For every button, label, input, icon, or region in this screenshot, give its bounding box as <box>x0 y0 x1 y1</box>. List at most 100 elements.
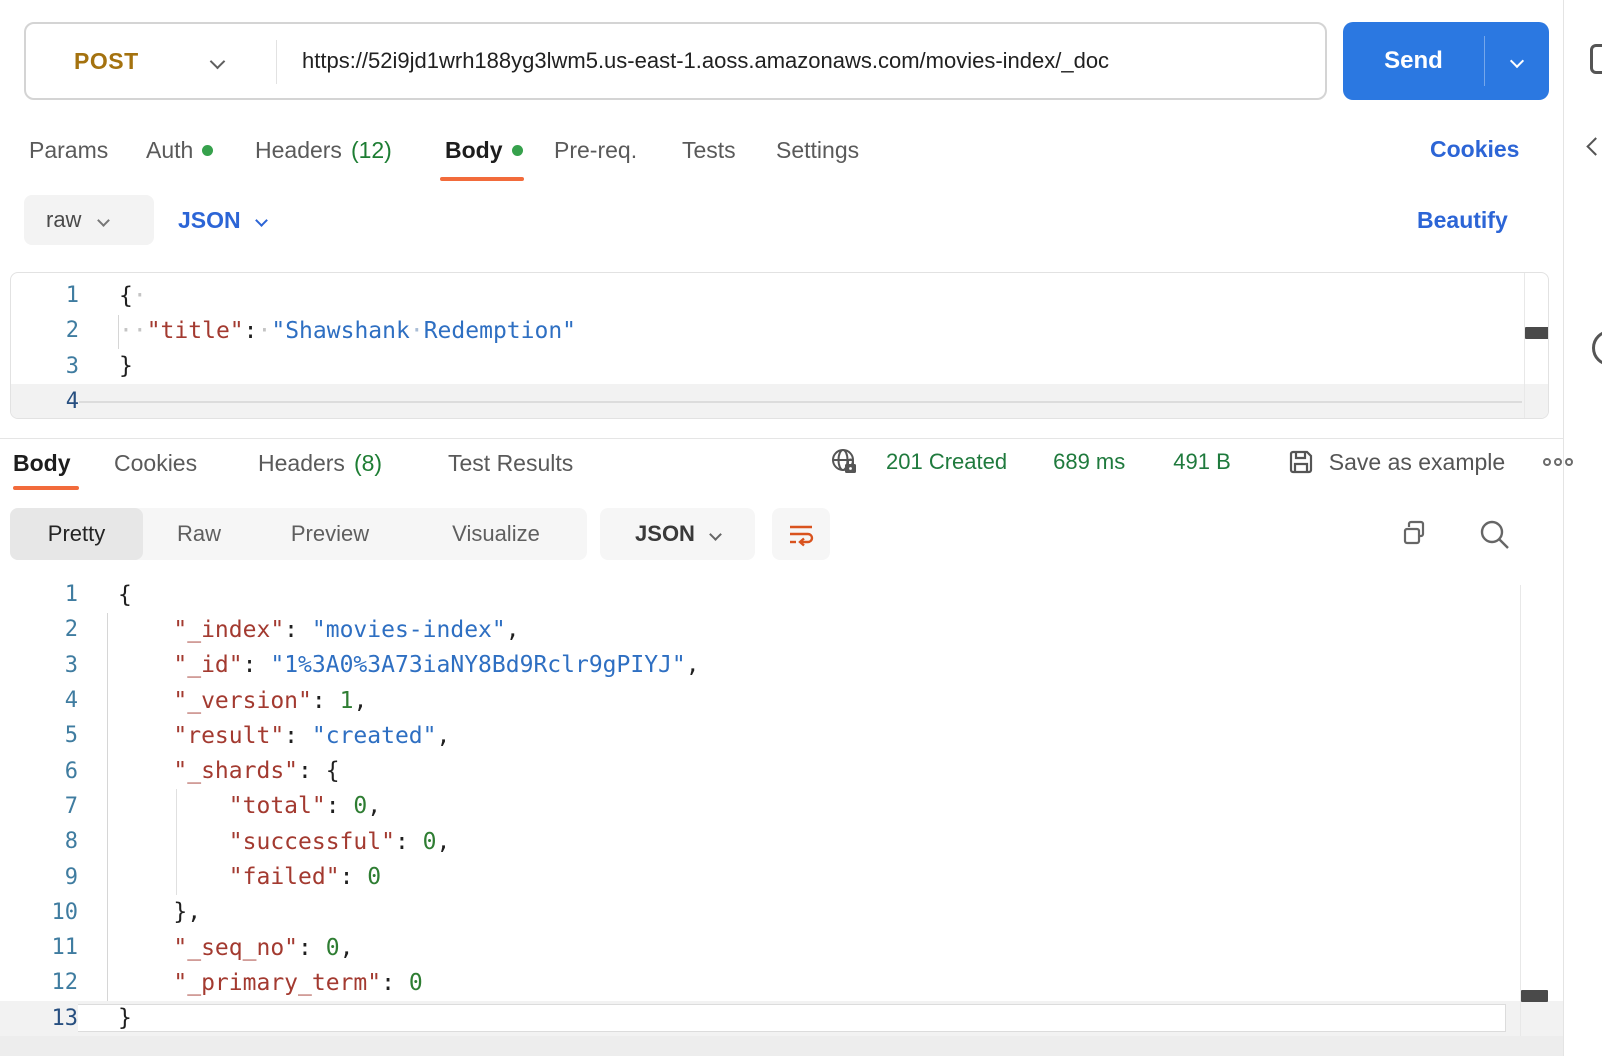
code-text: ··"title":·"Shawshank·Redemption" <box>79 318 1548 344</box>
line-number: 1 <box>11 283 79 308</box>
copy-icon[interactable] <box>1398 518 1430 550</box>
code-line[interactable]: 1{ <box>0 577 1563 612</box>
line-number: 1 <box>0 582 78 607</box>
code-text: "_seq_no": 0, <box>78 935 1563 961</box>
postman-request-view: POST https://52i9jd1wrh188yg3lwm5.us-eas… <box>0 0 1602 1056</box>
line-number: 13 <box>0 1006 78 1031</box>
code-text: "_id": "1%3A0%3A73iaNY8Bd9Rclr9gPIYJ", <box>78 652 1563 678</box>
code-line[interactable]: 1{· <box>11 278 1548 313</box>
code-line[interactable]: 11 "_seq_no": 0, <box>0 930 1563 965</box>
chevron-down-icon <box>709 528 722 541</box>
line-number: 12 <box>0 970 78 995</box>
viewer-scrollbar-track <box>1520 585 1521 1036</box>
method-selector[interactable]: POST <box>50 48 220 75</box>
section-divider <box>0 438 1563 439</box>
line-number: 2 <box>0 617 78 642</box>
res-tab-cookies[interactable]: Cookies <box>114 444 197 482</box>
response-time[interactable]: 689 ms <box>1053 449 1125 475</box>
network-info-icon[interactable] <box>830 447 860 477</box>
tab-pre-req[interactable]: Pre-req. <box>554 131 637 169</box>
indent-guide <box>176 789 177 895</box>
search-icon[interactable] <box>1478 518 1512 552</box>
res-tab-body[interactable]: Body <box>13 444 71 482</box>
viewer-scrollbar-thumb[interactable] <box>1521 990 1548 1002</box>
code-line[interactable]: 12 "_primary_term": 0 <box>0 965 1563 1000</box>
body-mode-dropdown[interactable]: raw <box>24 195 154 245</box>
code-text: "failed": 0 <box>78 864 1563 890</box>
response-language-dropdown[interactable]: JSON <box>600 508 755 560</box>
view-mode-raw[interactable]: Raw <box>143 508 255 560</box>
send-button[interactable]: Send <box>1343 22 1549 100</box>
res-tab-headers[interactable]: Headers(8) <box>258 444 382 482</box>
tab-auth[interactable]: Auth <box>146 131 213 169</box>
response-tabs: Body Cookies Headers(8) Test Results <box>0 444 900 482</box>
response-size[interactable]: 491 B <box>1173 449 1231 475</box>
code-text: } <box>79 353 1548 379</box>
tab-body[interactable]: Body <box>445 131 523 169</box>
code-text: {· <box>79 283 1548 309</box>
cookies-link[interactable]: Cookies <box>1430 136 1519 163</box>
code-line[interactable]: 4 <box>11 384 1548 419</box>
request-body-editor[interactable]: 1{·2··"title":·"Shawshank·Redemption"3}4 <box>10 272 1549 419</box>
indent-guide <box>107 613 108 1001</box>
more-options-icon[interactable] <box>1541 455 1575 469</box>
active-tab-underline <box>440 177 524 181</box>
code-line[interactable]: 4 "_version": 1, <box>0 683 1563 718</box>
save-icon <box>1287 448 1315 476</box>
code-text: { <box>78 582 1563 608</box>
headers-count: (12) <box>351 137 392 164</box>
send-options-chevron-icon[interactable] <box>1485 22 1549 100</box>
line-number: 10 <box>0 900 78 925</box>
chevron-down-icon <box>255 214 268 227</box>
editor-scrollbar-thumb[interactable] <box>1525 327 1549 339</box>
code-line[interactable]: 7 "total": 0, <box>0 789 1563 824</box>
chevron-down-icon <box>98 214 111 227</box>
wrap-text-button[interactable] <box>772 508 830 560</box>
url-bar: POST https://52i9jd1wrh188yg3lwm5.us-eas… <box>24 22 1327 100</box>
code-line[interactable]: 2 "_index": "movies-index", <box>0 612 1563 647</box>
code-line[interactable]: 5 "result": "created", <box>0 718 1563 753</box>
code-text: } <box>78 1004 1506 1032</box>
view-mode-pretty[interactable]: Pretty <box>10 508 143 560</box>
code-line[interactable]: 3 "_id": "1%3A0%3A73iaNY8Bd9Rclr9gPIYJ", <box>0 648 1563 683</box>
status-code[interactable]: 201 Created <box>886 449 1007 475</box>
code-line[interactable]: 8 "successful": 0, <box>0 824 1563 859</box>
code-text: "_index": "movies-index", <box>78 617 1563 643</box>
save-as-example-button[interactable]: Save as example <box>1329 449 1505 476</box>
url-input[interactable]: https://52i9jd1wrh188yg3lwm5.us-east-1.a… <box>302 48 1305 74</box>
sidebar-panel-icon[interactable] <box>1590 44 1602 74</box>
res-headers-count: (8) <box>354 450 382 477</box>
response-view-modes: Pretty Raw Preview Visualize <box>10 508 587 560</box>
code-line[interactable]: 9 "failed": 0 <box>0 859 1563 894</box>
response-body-viewer[interactable]: 1{2 "_index": "movies-index",3 "_id": "1… <box>0 577 1563 1036</box>
line-number: 6 <box>0 759 78 784</box>
line-number: 3 <box>11 354 79 379</box>
line-number: 2 <box>11 318 79 343</box>
line-number: 4 <box>0 688 78 713</box>
res-tab-test-results[interactable]: Test Results <box>448 444 573 482</box>
code-text: "_primary_term": 0 <box>78 970 1563 996</box>
tab-params[interactable]: Params <box>29 131 108 169</box>
right-sidebar-divider <box>1563 0 1564 1056</box>
code-text: "_shards": { <box>78 758 1563 784</box>
code-line[interactable]: 13} <box>0 1001 1563 1036</box>
tab-headers[interactable]: Headers(12) <box>255 131 392 169</box>
view-mode-preview[interactable]: Preview <box>255 508 405 560</box>
collapse-chevron-icon[interactable] <box>1586 137 1602 155</box>
body-language-dropdown[interactable]: JSON <box>178 207 266 234</box>
sidebar-circle-icon[interactable] <box>1592 330 1602 366</box>
editor-scrollbar-track <box>1524 273 1525 418</box>
code-text: "successful": 0, <box>78 829 1563 855</box>
code-line[interactable]: 2··"title":·"Shawshank·Redemption" <box>11 313 1548 348</box>
beautify-link[interactable]: Beautify <box>1417 207 1508 234</box>
line-number: 5 <box>0 723 78 748</box>
view-mode-visualize[interactable]: Visualize <box>405 508 587 560</box>
code-line[interactable]: 6 "_shards": { <box>0 753 1563 788</box>
code-line[interactable]: 10 }, <box>0 895 1563 930</box>
code-text: "_version": 1, <box>78 688 1563 714</box>
tab-settings[interactable]: Settings <box>776 131 859 169</box>
code-line[interactable]: 3} <box>11 349 1548 384</box>
body-status-dot <box>512 145 523 156</box>
tab-tests[interactable]: Tests <box>682 131 736 169</box>
code-text: "result": "created", <box>78 723 1563 749</box>
